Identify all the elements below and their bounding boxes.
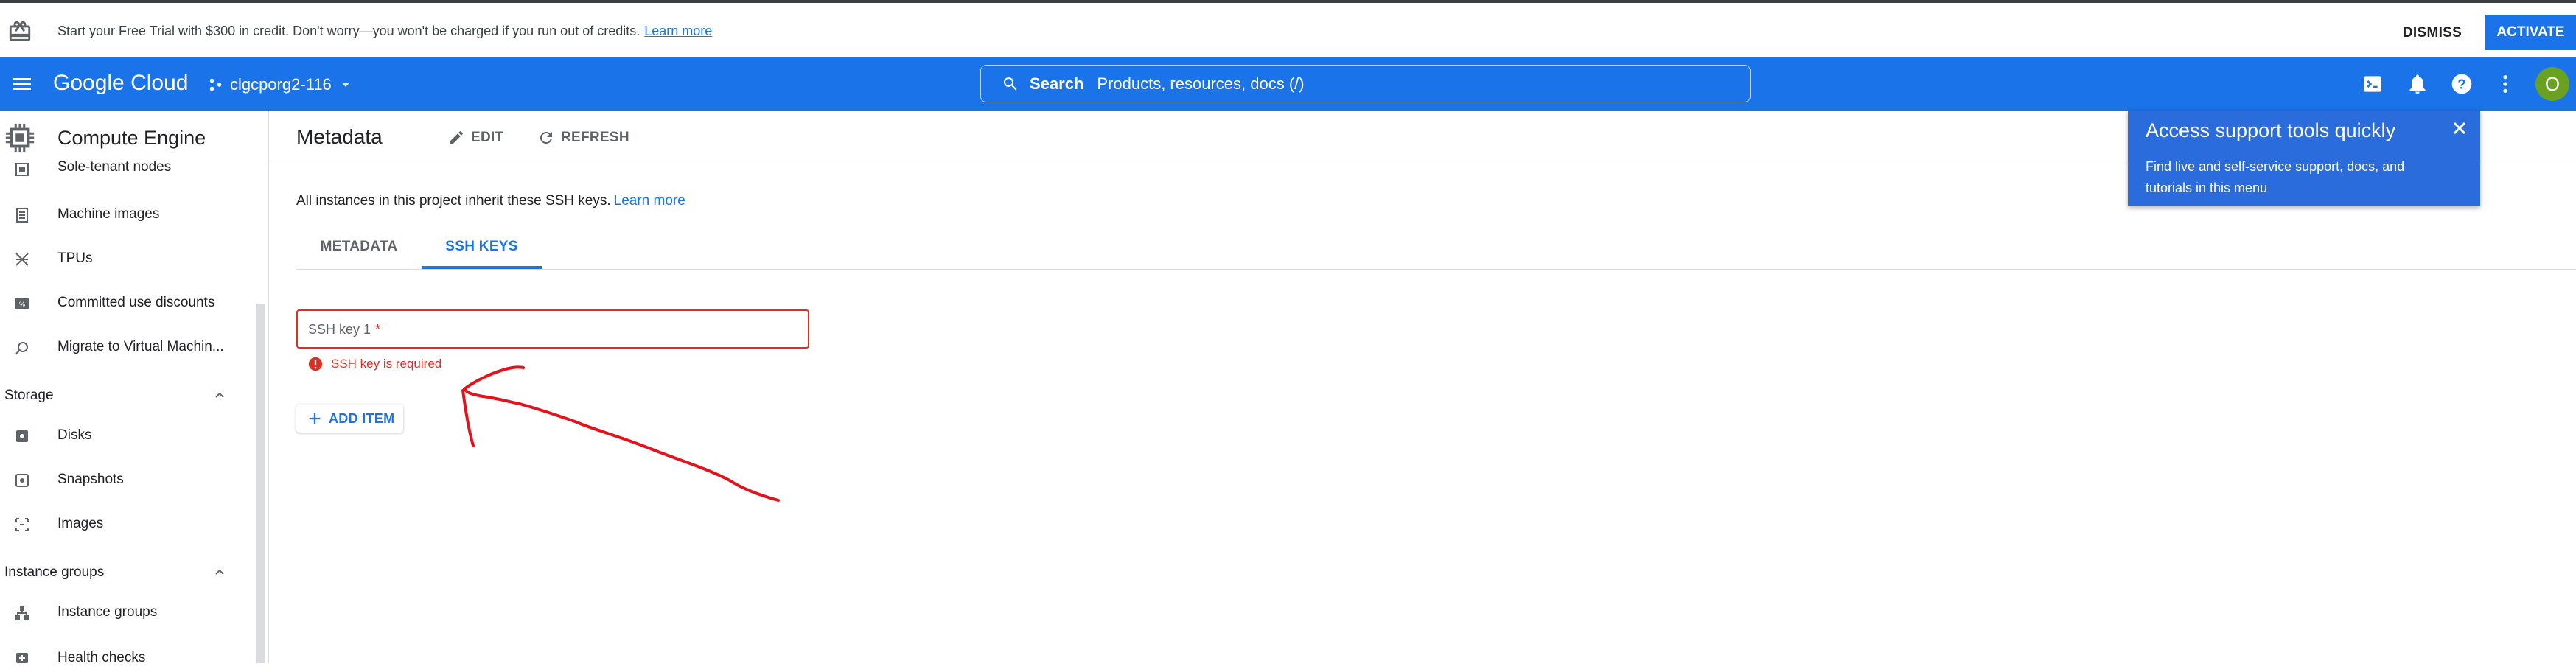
- machine-images-icon: [16, 208, 28, 223]
- top-header: Google Cloud clgcporg2-116 Search Produc…: [0, 57, 2576, 111]
- tab-metadata[interactable]: METADATA: [296, 228, 422, 269]
- svg-text:?: ?: [2457, 77, 2465, 92]
- svg-text:%: %: [19, 301, 25, 308]
- ssh-key-field[interactable]: SSH key 1 *: [296, 309, 809, 349]
- sidebar-item-committed-use-discounts[interactable]: % Committed use discounts: [0, 287, 254, 320]
- page-title: Metadata: [296, 125, 383, 148]
- chevron-up-icon: [215, 392, 224, 398]
- ssh-learn-more-link[interactable]: Learn more: [614, 193, 685, 209]
- disk-icon: [16, 430, 28, 442]
- pencil-icon: [450, 130, 464, 144]
- migrate-icon: [15, 342, 28, 354]
- chevron-up-icon: [215, 569, 224, 575]
- error-icon: [308, 357, 323, 371]
- gift-icon: [9, 21, 31, 41]
- refresh-icon: [540, 131, 552, 144]
- help-icon[interactable]: ?: [2450, 72, 2474, 96]
- compute-engine-icon: [5, 123, 35, 153]
- sidebar-title: Compute Engine: [57, 127, 206, 149]
- sidebar-scrollbar[interactable]: [256, 304, 265, 663]
- sidebar: Compute Engine Sole-tenant nodes Machine…: [0, 111, 269, 665]
- tpu-icon: [15, 253, 29, 266]
- dismiss-button[interactable]: DISMISS: [2395, 21, 2469, 46]
- avatar[interactable]: O: [2535, 67, 2569, 101]
- metadata-tabs: METADATA SSH KEYS: [296, 228, 2576, 270]
- add-item-label: ADD ITEM: [329, 410, 395, 426]
- more-vert-icon[interactable]: [2493, 72, 2517, 96]
- discount-icon: %: [15, 298, 29, 309]
- sidebar-item-sole-tenant-nodes[interactable]: Sole-tenant nodes: [0, 153, 254, 186]
- edit-button[interactable]: EDIT: [447, 127, 503, 149]
- required-asterisk: *: [375, 322, 381, 337]
- sidebar-item-label: Snapshots: [57, 472, 124, 487]
- google-cloud-logo[interactable]: Google Cloud: [53, 71, 188, 96]
- sidebar-item-label: Images: [57, 516, 104, 531]
- close-icon[interactable]: [2449, 118, 2470, 139]
- support-tools-popup: Access support tools quickly Find live a…: [2128, 111, 2480, 206]
- search-icon: [1004, 77, 1017, 90]
- sidebar-item-machine-images[interactable]: Machine images: [0, 199, 254, 231]
- project-name: clgcporg2-116: [230, 75, 332, 94]
- trial-message-text: Start your Free Trial with $300 in credi…: [57, 24, 640, 38]
- free-trial-banner: Start your Free Trial with $300 in credi…: [0, 0, 2576, 57]
- sidebar-item-label: Instance groups: [57, 604, 158, 620]
- sidebar-section-instance-groups[interactable]: Instance groups: [0, 556, 254, 588]
- refresh-button[interactable]: REFRESH: [537, 127, 629, 149]
- activate-button[interactable]: ACTIVATE: [2485, 15, 2576, 50]
- sidebar-item-instance-groups[interactable]: Instance groups: [0, 597, 254, 629]
- sidebar-item-snapshots[interactable]: Snapshots: [0, 464, 254, 497]
- sidebar-item-label: Machine images: [57, 206, 160, 222]
- instance-groups-icon: [15, 606, 29, 620]
- trial-message: Start your Free Trial with $300 in credi…: [57, 24, 712, 39]
- images-icon: [15, 518, 29, 531]
- sidebar-item-label: Sole-tenant nodes: [57, 159, 172, 175]
- sidebar-item-images[interactable]: Images: [0, 508, 254, 541]
- ssh-key-error: SSH key is required: [307, 356, 441, 372]
- cloud-shell-icon[interactable]: [2361, 72, 2384, 96]
- popup-title: Access support tools quickly: [2146, 119, 2396, 141]
- chevron-down-icon: [342, 83, 349, 87]
- sidebar-item-migrate[interactable]: Migrate to Virtual Machin...: [0, 332, 254, 364]
- project-selector[interactable]: clgcporg2-116: [208, 74, 354, 96]
- trial-learn-more-link[interactable]: Learn more: [644, 24, 712, 38]
- add-item-button[interactable]: ADD ITEM: [296, 405, 403, 433]
- tab-ssh-keys[interactable]: SSH KEYS: [422, 228, 542, 269]
- sidebar-section-storage[interactable]: Storage: [0, 379, 254, 411]
- sidebar-item-label: Committed use discounts: [57, 295, 215, 310]
- error-message: SSH key is required: [331, 357, 442, 371]
- ssh-info-text: All instances in this project inherit th…: [296, 193, 685, 209]
- notifications-icon[interactable]: [2406, 72, 2429, 96]
- search-bar[interactable]: Search Products, resources, docs (/): [980, 65, 1751, 102]
- section-label: Instance groups: [4, 564, 105, 580]
- ssh-info-label: All instances in this project inherit th…: [296, 193, 611, 209]
- sidebar-item-label: Migrate to Virtual Machin...: [57, 339, 224, 354]
- search-placeholder: Products, resources, docs (/): [1097, 74, 1305, 93]
- popup-body: Find live and self-service support, docs…: [2146, 159, 2405, 195]
- sidebar-item-label: Disks: [57, 427, 92, 443]
- snapshot-icon: [15, 474, 29, 487]
- section-label: Storage: [4, 388, 54, 403]
- ssh-key-placeholder-text: SSH key 1: [308, 322, 371, 337]
- sidebar-item-label: Health checks: [57, 650, 146, 665]
- sidebar-item-disks[interactable]: Disks: [0, 420, 254, 452]
- search-label: Search: [1030, 74, 1084, 93]
- sidebar-item-health-checks[interactable]: Health checks: [0, 640, 254, 672]
- sidebar-item-tpus[interactable]: TPUs: [0, 243, 254, 276]
- menu-icon[interactable]: [10, 72, 34, 96]
- health-checks-icon: [16, 653, 28, 663]
- project-icon: [209, 78, 222, 91]
- refresh-label: REFRESH: [561, 130, 629, 145]
- edit-label: EDIT: [471, 130, 504, 145]
- plus-icon: [309, 413, 321, 424]
- ssh-key-placeholder: SSH key 1 *: [308, 322, 380, 337]
- sole-tenant-icon: [15, 163, 29, 176]
- sidebar-item-label: TPUs: [57, 251, 93, 266]
